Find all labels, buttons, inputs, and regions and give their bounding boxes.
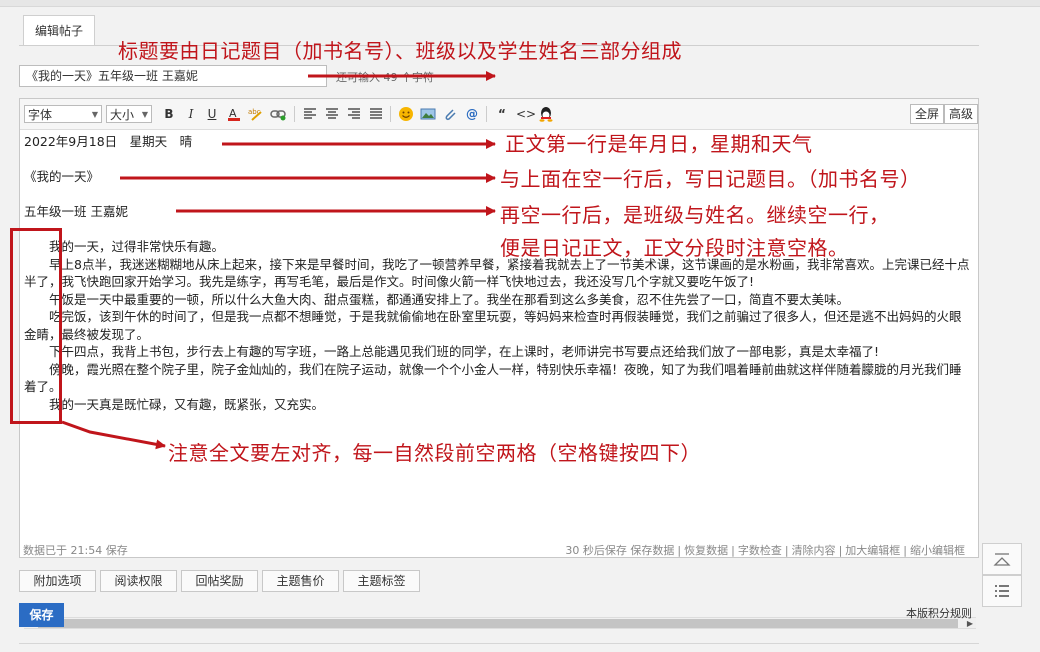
annotation-date-rule: 正文第一行是年月日，星期和天气 [505, 132, 813, 156]
annotation-body-rule: 便是日记正文，正文分段时注意空格。 [500, 236, 849, 260]
annotation-arrows [61, 71, 496, 450]
annotation-diary-title-rule: 与上面在空一行后，写日记题目。（加书名号） [500, 167, 921, 191]
annotation-class-name-rule: 再空一行后，是班级与姓名。继续空一行， [500, 203, 890, 227]
left-align-highlight-box [10, 228, 62, 424]
annotation-title-rule: 标题要由日记题目（加书名号）、班级以及学生姓名三部分组成 [118, 39, 682, 63]
annotation-indent-rule: 注意全文要左对齐，每一自然段前空两格（空格键按四下） [168, 441, 701, 465]
